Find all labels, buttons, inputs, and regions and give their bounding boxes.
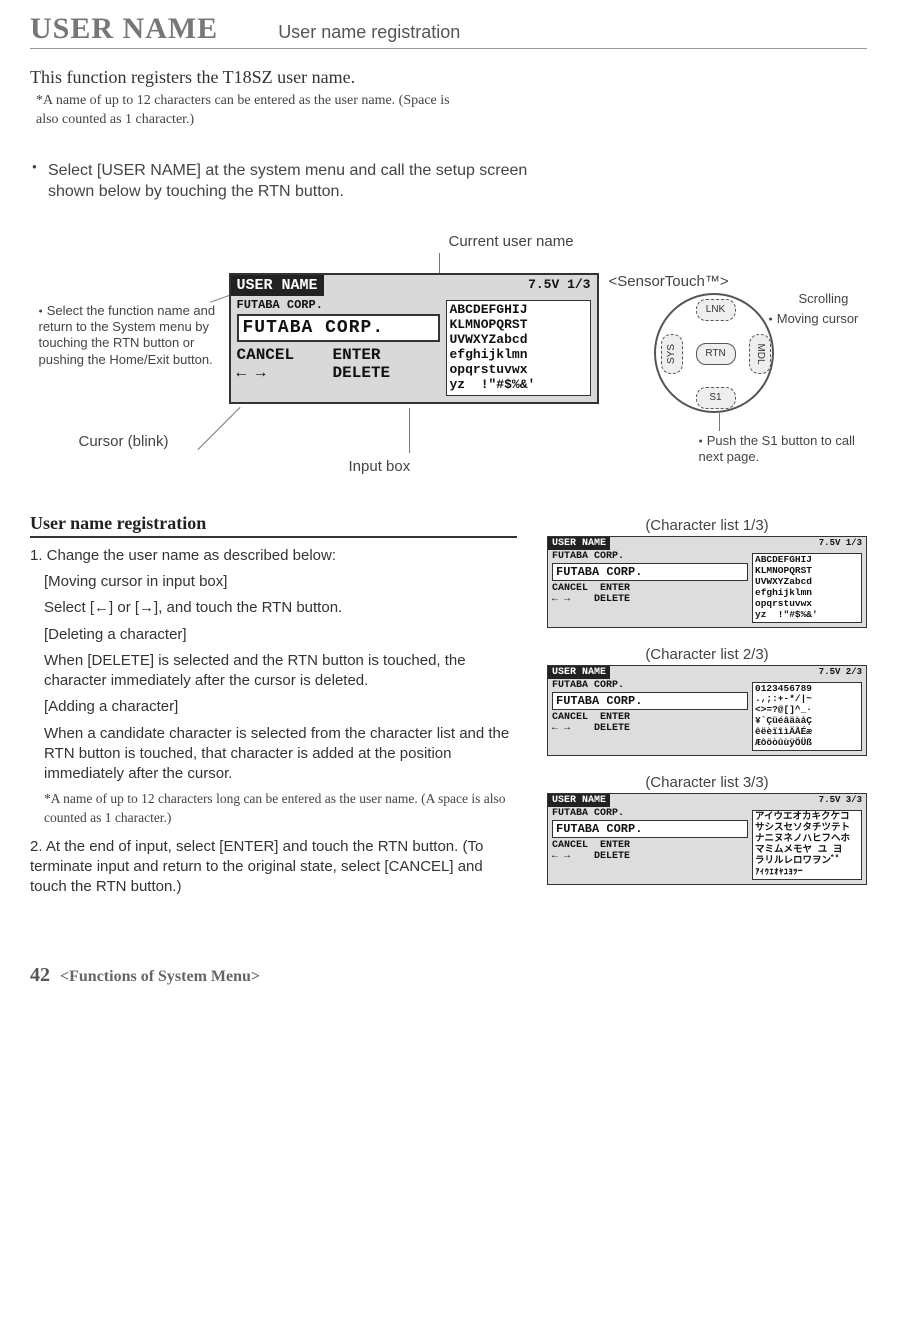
step1b-body: When [DELETE] is selected and the RTN bu… (44, 651, 517, 692)
charlist3-label: (Character list 3/3) (547, 774, 867, 791)
charlist3-page: 7.5V 3/3 (610, 794, 866, 807)
charlist2-title: USER NAME (548, 666, 610, 679)
charlist2-page: 7.5V 2/3 (610, 666, 866, 679)
screen-title: USER NAME (231, 275, 324, 296)
mdl-button[interactable]: MDL (749, 334, 771, 374)
cancel-button[interactable]: CANCEL (237, 346, 295, 364)
callout-moving-cursor: Moving cursor (769, 311, 859, 327)
charlist3-arrows[interactable]: ← → (552, 851, 570, 862)
charlist3-chars[interactable]: アイウエオカキクケコ サシスセソタチツテト ナニヌネノハヒフヘホ マミムメモヤ … (752, 810, 862, 880)
charlist3-screen: USER NAME 7.5V 3/3 FUTABA CORP. FUTABA C… (547, 793, 867, 885)
diagram: Current user name Select the function na… (39, 233, 859, 483)
charlist2-chars[interactable]: 0123456789 .,;:+-*/|~ <>=?@[]^_· ¥`Çüéâä… (752, 682, 862, 752)
enter-button[interactable]: ENTER (333, 346, 381, 364)
charlist2-input[interactable]: FUTABA CORP. (552, 692, 748, 710)
step1b-title: [Deleting a character] (44, 625, 517, 645)
footer-text: <Functions of System Menu> (60, 968, 260, 986)
callout-push-s1-text: Push the S1 button to call next page. (699, 433, 855, 464)
charlist2-delete[interactable]: DELETE (594, 723, 630, 734)
charlist1-input[interactable]: FUTABA CORP. (552, 563, 748, 581)
screen-subline: FUTABA CORP. (237, 298, 440, 312)
charlist3-subline: FUTABA CORP. (552, 808, 748, 819)
char-list-main[interactable]: ABCDEFGHIJ KLMNOPQRST UVWXYZabcd efghijk… (446, 300, 591, 396)
step1-note: *A name of up to 12 characters long can … (44, 790, 517, 826)
select-instruction: Select [USER NAME] at the system menu an… (48, 160, 528, 203)
step1a-title: [Moving cursor in input box] (44, 572, 517, 592)
screen-main: USER NAME 7.5V 1/3 FUTABA CORP. FUTABA C… (229, 273, 599, 404)
page-number: 42 (30, 964, 50, 987)
charlist1-title: USER NAME (548, 537, 610, 550)
page-title: USER NAME (30, 12, 218, 46)
sensortouch-diagram: LNK RTN S1 SYS MDL (649, 293, 779, 423)
charlist3-cancel[interactable]: CANCEL (552, 840, 588, 851)
callout-select-function-text: Select the function name and return to t… (39, 303, 216, 367)
step2: 2. At the end of input, select [ENTER] a… (30, 837, 517, 898)
callout-select-function: Select the function name and return to t… (39, 303, 239, 368)
delete-button[interactable]: DELETE (333, 364, 391, 382)
charlist1-arrows[interactable]: ← → (552, 594, 570, 605)
step1a-body: Select [←] or [→], and touch the RTN but… (44, 598, 517, 618)
charlist1-enter[interactable]: ENTER (600, 583, 630, 594)
charlist1-chars[interactable]: ABCDEFGHIJ KLMNOPQRST UVWXYZabcd efghijk… (752, 553, 862, 623)
callout-current-user-name: Current user name (449, 233, 574, 252)
charlist1-label: (Character list 1/3) (547, 517, 867, 534)
step1c-body: When a candidate character is selected f… (44, 724, 517, 785)
arrow-buttons[interactable]: ← → (237, 364, 266, 382)
lnk-button[interactable]: LNK (696, 299, 736, 321)
charlist1-page: 7.5V 1/3 (610, 537, 866, 550)
charlist3-enter[interactable]: ENTER (600, 840, 630, 851)
intro-note: *A name of up to 12 characters can be en… (36, 92, 466, 130)
charlist2-enter[interactable]: ENTER (600, 712, 630, 723)
callout-push-s1: Push the S1 button to call next page. (699, 433, 869, 466)
charlist3-delete[interactable]: DELETE (594, 851, 630, 862)
callout-input-box: Input box (349, 458, 411, 477)
charlist2-label: (Character list 2/3) (547, 646, 867, 663)
charlist3-title: USER NAME (548, 794, 610, 807)
callout-scrolling: Scrolling (799, 291, 849, 307)
charlist2-screen: USER NAME 7.5V 2/3 FUTABA CORP. FUTABA C… (547, 665, 867, 757)
charlist2-subline: FUTABA CORP. (552, 680, 748, 691)
callout-sensortouch: <SensorTouch™> (609, 273, 729, 292)
callout-moving-cursor-text: Moving cursor (777, 311, 859, 326)
callout-cursor-blink: Cursor (blink) (79, 433, 169, 452)
screen-voltage-page: 7.5V 1/3 (324, 275, 597, 296)
rtn-button[interactable]: RTN (696, 343, 736, 365)
section-heading: User name registration (30, 513, 517, 538)
charlist1-subline: FUTABA CORP. (552, 551, 748, 562)
step1: 1. Change the user name as described bel… (30, 546, 517, 566)
intro-text: This function registers the T18SZ user n… (30, 67, 867, 88)
charlist2-cancel[interactable]: CANCEL (552, 712, 588, 723)
step1c-title: [Adding a character] (44, 697, 517, 717)
charlist1-delete[interactable]: DELETE (594, 594, 630, 605)
page-subtitle: User name registration (278, 22, 460, 43)
charlist2-arrows[interactable]: ← → (552, 723, 570, 734)
charlist1-cancel[interactable]: CANCEL (552, 583, 588, 594)
charlist1-screen: USER NAME 7.5V 1/3 FUTABA CORP. FUTABA C… (547, 536, 867, 628)
charlist3-input[interactable]: FUTABA CORP. (552, 820, 748, 838)
s1-button[interactable]: S1 (696, 387, 736, 409)
screen-input-box[interactable]: FUTABA CORP. (237, 314, 440, 342)
sys-button[interactable]: SYS (661, 334, 683, 374)
